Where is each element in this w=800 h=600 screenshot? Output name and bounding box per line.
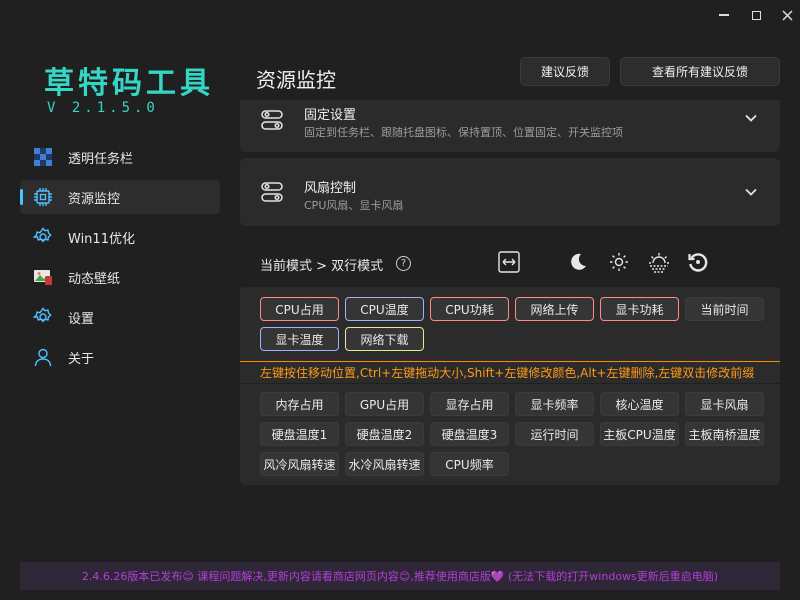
available-item[interactable]: 硬盘温度2 [345, 422, 424, 446]
available-item[interactable]: 内存占用 [260, 392, 339, 416]
chevron-down-icon [745, 114, 757, 122]
active-items-panel: CPU占用 CPU温度 CPU功耗 网络上传 显卡功耗 当前时间 显卡温度 网络… [240, 287, 780, 361]
page-title: 资源监控 [256, 68, 336, 92]
available-item[interactable]: 硬盘温度1 [260, 422, 339, 446]
available-item[interactable]: 运行时间 [515, 422, 594, 446]
chevron-down-icon [745, 188, 757, 196]
resize-width-button[interactable] [497, 250, 521, 274]
available-item[interactable]: 水冷风扇转速 [345, 452, 424, 476]
available-item[interactable]: GPU占用 [345, 392, 424, 416]
sidebar-item-transparent-taskbar[interactable]: 透明任务栏 [20, 140, 220, 174]
maximize-button[interactable] [744, 6, 768, 24]
monitor-item[interactable]: 网络下载 [345, 327, 424, 351]
available-item[interactable]: 主板CPU温度 [600, 422, 679, 446]
sidebar-item-live-wallpaper[interactable]: 动态壁纸 [20, 260, 220, 294]
available-item[interactable]: 核心温度 [600, 392, 679, 416]
sidebar-item-resource-monitor[interactable]: 资源监控 [20, 180, 220, 214]
reset-button[interactable] [686, 250, 710, 274]
chip-icon [32, 186, 54, 208]
sidebar-item-label: 资源监控 [68, 191, 121, 207]
app-title: 草特码工具 [44, 66, 214, 101]
sidebar-item-win11-optimize[interactable]: Win11优化 [20, 220, 220, 254]
available-item[interactable]: 显卡风扇 [685, 392, 764, 416]
available-item[interactable]: 主板南桥温度 [685, 422, 764, 446]
available-item[interactable]: 硬盘温度3 [430, 422, 509, 446]
resize-horizontal-icon [498, 251, 520, 273]
gear-icon [32, 226, 54, 248]
sun-icon [610, 253, 628, 271]
app-version: V 2.1.5.0 [47, 100, 159, 116]
fan-control-card[interactable]: 风扇控制 CPU风扇、显卡风扇 [240, 158, 780, 226]
update-notice[interactable]: 2.4.6.26版本已发布😊 课程问题解决,更新内容请看商店网页内容😊,推荐使用… [20, 562, 780, 590]
card-title: 风扇控制 [304, 181, 357, 196]
available-items-panel: 内存占用 GPU占用 显存占用 显卡频率 核心温度 显卡风扇 硬盘温度1 硬盘温… [240, 384, 780, 485]
sidebar-item-label: 动态壁纸 [68, 271, 121, 287]
feedback-button[interactable]: 建议反馈 [520, 57, 610, 86]
sidebar-item-label: 设置 [68, 311, 95, 327]
toggle-icon [261, 110, 283, 130]
minimize-button[interactable] [712, 6, 736, 24]
monitor-item[interactable]: CPU温度 [345, 297, 424, 321]
sidebar-item-label: 关于 [68, 351, 95, 367]
close-button[interactable] [775, 6, 799, 24]
light-theme-button[interactable] [607, 250, 631, 274]
moon-icon [571, 253, 586, 270]
monitor-item[interactable]: CPU占用 [260, 297, 339, 321]
sunset-icon [649, 253, 669, 273]
monitor-item[interactable]: 显卡温度 [260, 327, 339, 351]
card-subtitle: 固定到任务栏、跟随托盘图标、保持置顶、位置固定、开关监控项 [304, 126, 623, 139]
available-item[interactable]: 显存占用 [430, 392, 509, 416]
monitor-item[interactable]: 显卡功耗 [600, 297, 679, 321]
view-all-feedback-button[interactable]: 查看所有建议反馈 [620, 57, 780, 86]
card-title: 固定设置 [304, 108, 357, 123]
sidebar-item-about[interactable]: 关于 [20, 340, 220, 374]
reset-icon [688, 253, 708, 272]
sidebar-item-settings[interactable]: 设置 [20, 300, 220, 334]
available-item[interactable]: 风冷风扇转速 [260, 452, 339, 476]
sunset-mode-button[interactable] [647, 250, 671, 274]
minimize-icon [719, 14, 729, 16]
available-item[interactable]: 显卡频率 [515, 392, 594, 416]
settings-icon [32, 306, 54, 328]
close-icon [781, 9, 793, 21]
monitor-item[interactable]: 当前时间 [685, 297, 764, 321]
sidebar-item-label: 透明任务栏 [68, 151, 134, 167]
checker-icon [32, 146, 54, 168]
user-icon [32, 346, 54, 368]
card-subtitle: CPU风扇、显卡风扇 [304, 199, 404, 212]
fixed-settings-card[interactable]: 固定设置 固定到任务栏、跟随托盘图标、保持置顶、位置固定、开关监控项 [240, 100, 780, 152]
maximize-icon [751, 10, 761, 20]
monitor-item[interactable]: 网络上传 [515, 297, 594, 321]
sidebar: 透明任务栏 资源监控 Win11优化 动态壁纸 设置 关于 [20, 140, 220, 380]
usage-hint: 左键按住移动位置,Ctrl+左键拖动大小,Shift+左键修改颜色,Alt+左键… [240, 361, 780, 383]
toggle-icon [261, 182, 283, 202]
monitor-item[interactable]: CPU功耗 [430, 297, 509, 321]
wallpaper-icon [32, 266, 54, 288]
current-mode-label: 当前模式 > 双行模式 [260, 259, 384, 274]
sidebar-item-label: Win11优化 [68, 231, 135, 247]
dark-theme-button[interactable] [566, 250, 590, 274]
available-item[interactable]: CPU频率 [430, 452, 509, 476]
help-icon[interactable]: ? [396, 256, 411, 271]
